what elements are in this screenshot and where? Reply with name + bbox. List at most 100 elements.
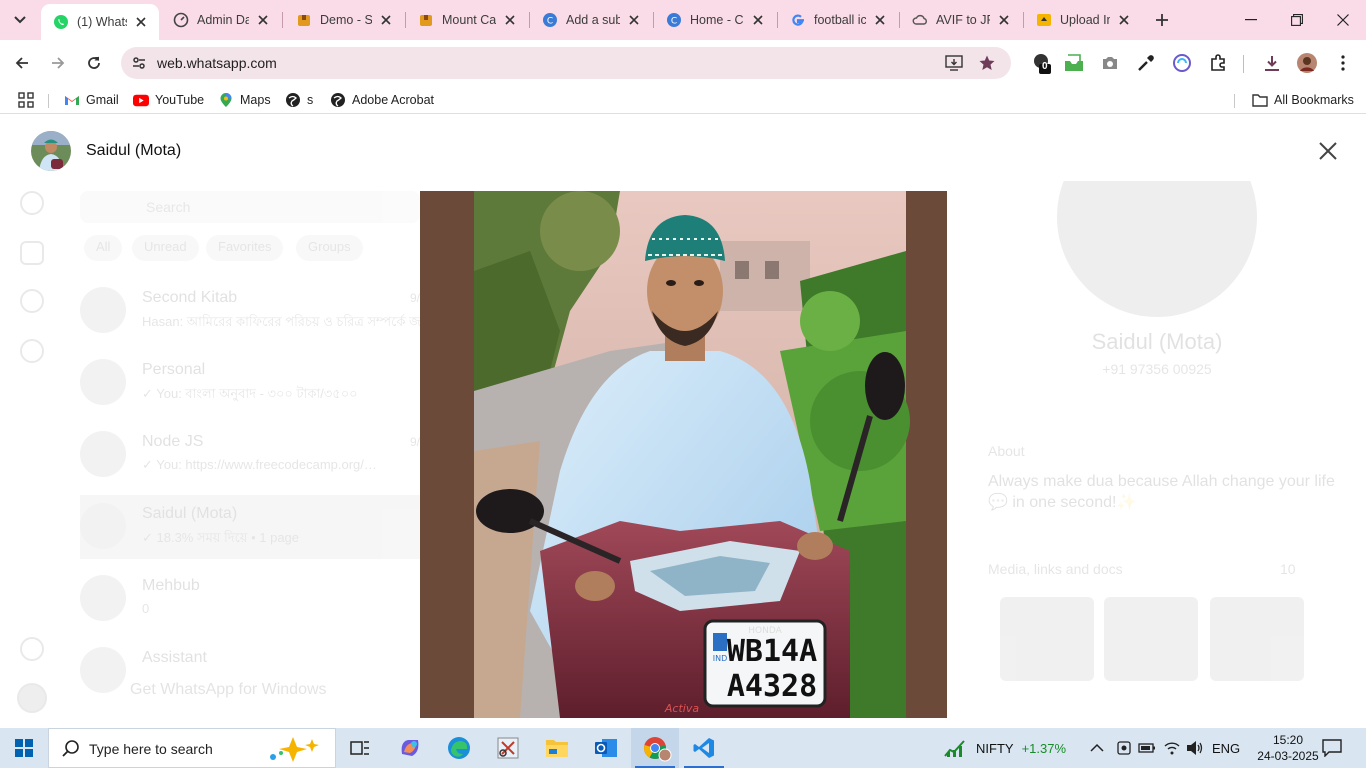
- download-icon[interactable]: [1260, 51, 1284, 75]
- tab-upload-image[interactable]: Upload Image: [1024, 4, 1142, 36]
- arrow-left-icon: [15, 57, 28, 69]
- close-viewer-button[interactable]: [1314, 137, 1342, 165]
- tab-search-button[interactable]: [7, 7, 33, 33]
- chat-name: Mehbub: [142, 577, 200, 594]
- bookmark-maps[interactable]: Maps: [218, 91, 271, 109]
- meet-now-icon[interactable]: [1116, 728, 1132, 768]
- extension-counter-icon[interactable]: 0: [1030, 51, 1054, 75]
- close-tab-icon[interactable]: [255, 12, 271, 28]
- search-icon: [62, 740, 79, 757]
- battery-icon[interactable]: [1138, 728, 1156, 768]
- tab-add-subtitle[interactable]: C Add a subtitle: [530, 4, 652, 36]
- start-button[interactable]: [0, 728, 48, 768]
- volume-icon[interactable]: [1186, 728, 1204, 768]
- whatsapp-icon: [53, 14, 69, 30]
- snipping-tool-app[interactable]: [484, 728, 532, 768]
- google-icon: [790, 12, 806, 28]
- file-explorer-app[interactable]: [533, 728, 581, 768]
- show-hidden-icons[interactable]: [1090, 728, 1104, 768]
- bookmark-star-icon[interactable]: [976, 53, 998, 73]
- swirl-extension-icon[interactable]: [1170, 51, 1194, 75]
- chat-time: 9/: [409, 435, 420, 449]
- profile-avatar[interactable]: [1295, 51, 1319, 75]
- apps-button[interactable]: [18, 91, 34, 109]
- chat-list-item: Mehbub 0: [80, 567, 420, 631]
- communities-rail-icon: [20, 289, 44, 313]
- close-tab-icon[interactable]: [133, 14, 149, 30]
- camera-icon[interactable]: [1098, 51, 1122, 75]
- close-tab-icon[interactable]: [502, 12, 518, 28]
- chevron-up-icon: [1090, 743, 1104, 752]
- tab-title: Add a subtitle: [566, 13, 620, 27]
- bookmark-s[interactable]: s: [285, 91, 313, 109]
- bookmark-label: s: [307, 93, 314, 107]
- reload-button[interactable]: [79, 48, 109, 78]
- browser-menu-button[interactable]: [1331, 51, 1355, 75]
- box-icon: [418, 12, 434, 28]
- notifications-button[interactable]: [1322, 728, 1342, 768]
- close-tab-icon[interactable]: [750, 12, 766, 28]
- clock-time: 15:20: [1272, 733, 1304, 747]
- copilot-app[interactable]: [386, 728, 434, 768]
- chrome-app[interactable]: [631, 728, 679, 768]
- task-view-button[interactable]: [336, 728, 384, 768]
- windows-taskbar: Type here to search NIFTY +1.37% ENG 15:…: [0, 728, 1366, 768]
- tab-home-canva[interactable]: C Home - Canva: [654, 4, 776, 36]
- outlook-app[interactable]: [582, 728, 630, 768]
- gmail-icon: [64, 92, 80, 108]
- extension-inbox-icon[interactable]: [1062, 51, 1086, 75]
- system-clock[interactable]: 15:20 24-03-2025: [1252, 732, 1324, 764]
- taskbar-search-box[interactable]: Type here to search: [48, 728, 336, 768]
- site-settings-icon[interactable]: [129, 53, 149, 73]
- media-heading: Media, links and docs: [988, 561, 1123, 577]
- contact-info-name: Saidul (Mota): [1091, 329, 1223, 354]
- tab-football-icon[interactable]: football icon: [778, 4, 898, 36]
- input-language[interactable]: ENG: [1212, 728, 1240, 768]
- filter-chip-favorites: Favorites: [206, 235, 284, 261]
- address-bar[interactable]: web.whatsapp.com: [121, 47, 1011, 79]
- media-count: 10: [1280, 561, 1296, 577]
- restore-icon: [1291, 14, 1303, 26]
- wifi-icon[interactable]: [1163, 728, 1181, 768]
- folder-icon: [546, 740, 568, 757]
- close-window-button[interactable]: [1320, 0, 1366, 40]
- restore-button[interactable]: [1274, 0, 1320, 40]
- tab-title: AVIF to JPG: [936, 13, 990, 27]
- bookmark-adobe-acrobat[interactable]: Adobe Acrobat: [330, 91, 434, 109]
- new-tab-button[interactable]: [1150, 8, 1174, 32]
- close-tab-icon[interactable]: [378, 12, 394, 28]
- language-indicator: ENG: [1212, 740, 1241, 756]
- close-tab-icon[interactable]: [626, 12, 642, 28]
- all-bookmarks-button[interactable]: All Bookmarks: [1252, 91, 1354, 109]
- bookmark-youtube[interactable]: YouTube: [133, 91, 204, 109]
- eyedropper-icon[interactable]: [1134, 51, 1158, 75]
- bookmark-label: Adobe Acrobat: [352, 93, 435, 107]
- bookmark-gmail[interactable]: Gmail: [64, 91, 119, 109]
- close-tab-icon[interactable]: [996, 12, 1012, 28]
- admin-icon: [173, 12, 189, 28]
- url-text[interactable]: web.whatsapp.com: [157, 55, 277, 71]
- taskbar-search-text: Type here to search: [89, 741, 213, 757]
- vscode-app[interactable]: [680, 728, 728, 768]
- chat-name: Node JS: [142, 433, 204, 450]
- contact-avatar[interactable]: [31, 131, 71, 171]
- get-whatsapp-banner: Get WhatsApp for Windows: [130, 681, 327, 698]
- tab-mount-camera[interactable]: Mount Camera: [406, 4, 528, 36]
- tab-whatsapp[interactable]: (1) WhatsApp: [41, 4, 159, 40]
- install-app-icon[interactable]: [943, 53, 965, 73]
- tab-strip: (1) WhatsApp Admin Dashboard Demo - Sh M…: [0, 0, 1366, 40]
- close-tab-icon[interactable]: [872, 12, 888, 28]
- back-button[interactable]: [7, 48, 37, 78]
- tab-title: Home - Canva: [690, 13, 744, 27]
- close-tab-icon[interactable]: [1116, 12, 1132, 28]
- chat-name: Saidul (Mota): [142, 505, 238, 522]
- market-ticker[interactable]: NIFTY +1.37%: [944, 728, 1066, 768]
- tab-admin-dashboard[interactable]: Admin Dashboard: [161, 4, 281, 36]
- tab-demo[interactable]: Demo - Sh: [284, 4, 404, 36]
- forward-button[interactable]: [43, 48, 73, 78]
- minimize-button[interactable]: [1228, 0, 1274, 40]
- tab-avif-to-jpg[interactable]: AVIF to JPG: [900, 4, 1022, 36]
- edge-app[interactable]: [435, 728, 483, 768]
- cloud-icon: [912, 12, 928, 28]
- extensions-puzzle-icon[interactable]: [1206, 51, 1230, 75]
